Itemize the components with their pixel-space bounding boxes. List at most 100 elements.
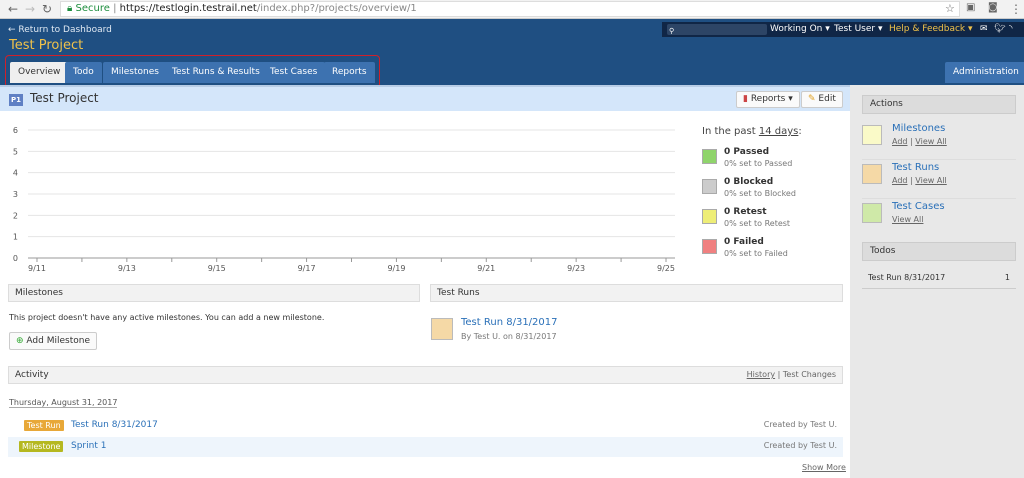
- milestone-badge: Milestone: [19, 441, 64, 452]
- add-test-run-link[interactable]: Add: [892, 176, 908, 185]
- todos-header: Todos: [862, 242, 1016, 261]
- return-to-dashboard-link[interactable]: ← Return to Dashboard: [8, 25, 112, 35]
- address-bar[interactable]: 🔒︎ Secure | https://testlogin.testrail.n…: [60, 1, 960, 17]
- browser-toolbar: ← → ↻ 🔒︎ Secure | https://testlogin.test…: [0, 0, 1024, 19]
- todo-label: Test Run 8/31/2017: [868, 273, 946, 282]
- add-milestone-label: Add Milestone: [26, 336, 90, 346]
- reports-button[interactable]: ▮ Reports ▾: [736, 91, 800, 108]
- legend-swatch: [702, 209, 717, 224]
- mail-icon[interactable]: ✉: [980, 22, 988, 37]
- show-more-link[interactable]: Show More: [802, 463, 846, 472]
- back-icon[interactable]: ←: [8, 2, 18, 16]
- lock-icon: 🔒︎: [67, 3, 73, 14]
- project-title[interactable]: Test Project: [9, 38, 83, 53]
- x-tick-label: 9/11: [28, 264, 46, 273]
- test-run-badge: Test Run: [24, 420, 64, 431]
- top-bar: ⚲ Working On ▾ Test User ▾ Help & Feedba…: [662, 22, 1024, 37]
- test-runs-link[interactable]: Test Runs: [892, 162, 939, 173]
- project-badge: P1: [9, 94, 23, 106]
- sidebar-item-test-cases: Test Cases View All: [862, 199, 1016, 238]
- edit-label: Edit: [818, 94, 836, 104]
- sidebar: Actions Milestones Add | View All Test R…: [850, 85, 1024, 478]
- legend-subtitle: 0% set to Passed: [724, 159, 793, 168]
- legend-title: 0 Failed: [724, 237, 764, 247]
- extension-icon[interactable]: ▣: [966, 2, 975, 13]
- test-run-meta: By Test U. on 8/31/2017: [461, 332, 557, 341]
- test-runs-header: Test Runs: [430, 284, 843, 302]
- plus-icon: ⊕: [16, 336, 24, 346]
- legend-heading: In the past 14 days:: [702, 126, 802, 137]
- y-tick-label: 1: [13, 233, 18, 242]
- days-link[interactable]: 14 days: [759, 126, 799, 137]
- activity-row: Milestone Sprint 1 Created by Test U.: [8, 437, 843, 457]
- view-all-test-cases-link[interactable]: View All: [892, 215, 923, 224]
- test-cases-link[interactable]: Test Cases: [892, 201, 945, 212]
- activity-header: Activity History | Test Changes: [8, 366, 843, 384]
- activity-date: Thursday, August 31, 2017: [9, 398, 118, 408]
- forward-icon[interactable]: →: [25, 2, 35, 16]
- search-icon: ⚲: [669, 27, 675, 35]
- camera-icon[interactable]: ◙: [988, 2, 998, 13]
- x-tick-label: 9/15: [208, 264, 226, 273]
- results-chart: 0 1 2 3 4 5 6 9/11 9/13 9/15 9/17 9/19 9/21 9/23 9/25: [13, 126, 675, 273]
- edit-button[interactable]: ✎ Edit: [801, 91, 843, 108]
- test-run-link[interactable]: Test Run 8/31/2017: [461, 317, 558, 328]
- url-path: /index.php?/projects/overview/1: [256, 3, 417, 14]
- history-link[interactable]: History: [747, 370, 775, 379]
- twitter-icon[interactable]: 🐦︎: [994, 22, 1005, 37]
- legend-swatch: [702, 149, 717, 164]
- y-tick-label: 6: [13, 126, 18, 135]
- test-cases-icon: [862, 203, 882, 223]
- working-on-menu[interactable]: Working On ▾: [770, 22, 830, 37]
- x-tick-label: 9/21: [477, 264, 495, 273]
- tab-administration[interactable]: Administration: [945, 62, 1024, 83]
- menu-icon[interactable]: ⋮: [1010, 2, 1022, 16]
- actions-header: Actions: [862, 95, 1016, 114]
- add-milestone-button[interactable]: ⊕ Add Milestone: [9, 332, 97, 350]
- search-input[interactable]: ⚲: [667, 24, 767, 35]
- star-icon[interactable]: ☆: [945, 2, 955, 15]
- y-tick-label: 2: [13, 211, 18, 220]
- activity-author: Created by Test U.: [763, 420, 837, 429]
- add-milestone-link[interactable]: Add: [892, 137, 908, 146]
- todo-item[interactable]: Test Run 8/31/2017 1: [862, 267, 1016, 289]
- project-bar: P1 Test Project ▮ Reports ▾ ✎ Edit: [0, 85, 850, 111]
- test-run-icon: [431, 318, 453, 340]
- milestones-empty-text: This project doesn't have any active mil…: [9, 313, 325, 322]
- activity-row: Test Run Test Run 8/31/2017 Created by T…: [8, 416, 843, 436]
- y-tick-label: 5: [13, 147, 18, 156]
- test-changes-link[interactable]: Test Changes: [783, 370, 836, 379]
- sidebar-item-test-runs: Test Runs Add | View All: [862, 160, 1016, 199]
- activity-title: Activity: [15, 370, 49, 380]
- url-host: https://testlogin.testrail.net: [119, 3, 257, 14]
- legend-swatch: [702, 239, 717, 254]
- legend-title: 0 Blocked: [724, 177, 774, 187]
- legend-title: 0 Retest: [724, 207, 767, 217]
- activity-link[interactable]: Sprint 1: [71, 441, 106, 451]
- x-tick-label: 9/25: [657, 264, 675, 273]
- y-tick-label: 4: [13, 169, 18, 178]
- secure-label: Secure: [75, 3, 110, 14]
- activity-author: Created by Test U.: [763, 441, 837, 450]
- chart-icon: ▮: [743, 94, 748, 104]
- x-tick-label: 9/19: [387, 264, 405, 273]
- legend-swatch: [702, 179, 717, 194]
- view-all-milestones-link[interactable]: View All: [915, 137, 946, 146]
- y-tick-label: 3: [13, 190, 18, 199]
- test-runs-icon: [862, 164, 882, 184]
- todo-count: 1: [1004, 273, 1010, 282]
- milestones-link[interactable]: Milestones: [892, 123, 945, 134]
- rss-icon[interactable]: ◝: [1009, 22, 1013, 37]
- user-menu[interactable]: Test User ▾: [834, 22, 882, 37]
- x-tick-label: 9/23: [567, 264, 585, 273]
- help-menu[interactable]: Help & Feedback ▾: [889, 22, 973, 37]
- reload-icon[interactable]: ↻: [42, 2, 52, 16]
- reports-label: Reports ▾: [750, 94, 793, 104]
- milestones-header: Milestones: [8, 284, 420, 302]
- pencil-icon: ✎: [808, 94, 816, 104]
- activity-link[interactable]: Test Run 8/31/2017: [71, 420, 158, 430]
- legend-subtitle: 0% set to Retest: [724, 219, 791, 228]
- x-tick-label: 9/13: [118, 264, 136, 273]
- view-all-test-runs-link[interactable]: View All: [915, 176, 946, 185]
- legend-subtitle: 0% set to Failed: [724, 249, 788, 258]
